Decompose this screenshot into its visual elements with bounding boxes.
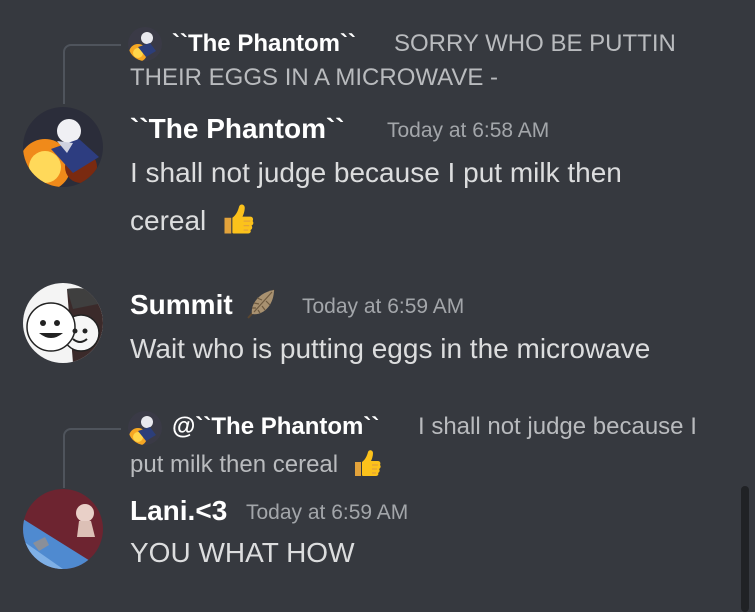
feather-icon — [247, 289, 275, 319]
timestamp: Today at 6:59 AM — [246, 501, 409, 524]
reply-connector — [63, 428, 121, 488]
username[interactable]: ``The Phantom`` — [130, 113, 345, 145]
reply-text-continued[interactable]: put milk then cereal — [130, 451, 383, 480]
timestamp: Today at 6:58 AM — [387, 119, 550, 142]
message-text: I shall not judge because I put milk the… — [130, 157, 622, 188]
message-text-continued: cereal — [130, 197, 256, 245]
avatar[interactable] — [23, 283, 103, 363]
reply-text-continued[interactable]: THEIR EGGS IN A MICROWAVE - — [130, 64, 498, 92]
avatar[interactable] — [23, 107, 103, 187]
reply-author[interactable]: ``The Phantom`` — [172, 30, 356, 58]
reply-avatar[interactable] — [128, 27, 162, 61]
message-text: YOU WHAT HOW — [130, 537, 355, 568]
reply-text[interactable]: I shall not judge because I — [418, 413, 697, 441]
avatar[interactable] — [23, 489, 103, 569]
message-text-tail: cereal — [130, 205, 207, 236]
timestamp: Today at 6:59 AM — [302, 295, 465, 318]
reply-connector — [63, 44, 121, 104]
thumbs-up-icon — [351, 448, 383, 480]
message-text: Wait who is putting eggs in the microwav… — [130, 333, 651, 364]
thumbs-up-icon[interactable] — [220, 202, 256, 238]
reply-author[interactable]: @``The Phantom`` — [172, 413, 379, 441]
reply-text-tail: put milk then cereal — [130, 451, 339, 478]
scrollbar[interactable] — [741, 486, 749, 612]
reply-avatar[interactable] — [128, 411, 162, 445]
username[interactable]: Lani.<3 — [130, 495, 227, 527]
username[interactable]: Summit — [130, 289, 233, 321]
reply-text[interactable]: SORRY WHO BE PUTTIN — [394, 30, 676, 58]
